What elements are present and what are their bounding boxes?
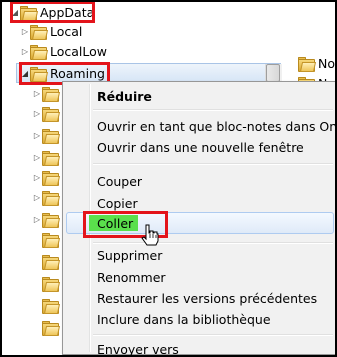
menu-item-open-new-window[interactable]: Ouvrir dans une nouvelle fenêtre xyxy=(97,140,304,155)
collapsed-arrow-icon[interactable]: ▷ xyxy=(32,86,42,100)
tree-subitem[interactable] xyxy=(32,230,62,248)
tree-subitem[interactable]: ▷ xyxy=(32,126,62,144)
collapsed-arrow-icon[interactable]: ▷ xyxy=(20,24,30,38)
collapsed-arrow-icon[interactable]: ▷ xyxy=(32,170,42,184)
file-item[interactable]: No xyxy=(298,54,335,72)
tree-subitem[interactable]: ▷ xyxy=(32,210,62,228)
collapsed-arrow-icon[interactable]: ▷ xyxy=(32,128,42,142)
menu-item-supprimer[interactable]: Supprimer xyxy=(97,248,162,263)
menu-item-inclure[interactable]: Inclure dans la bibliothèque xyxy=(97,312,271,327)
tree-item-local[interactable]: ▷ Local xyxy=(20,22,82,40)
menu-item-reduire[interactable]: Réduire xyxy=(97,89,152,104)
menu-item-copier[interactable]: Copier xyxy=(97,196,138,211)
appdata-annotation-box xyxy=(10,2,95,23)
folder-icon xyxy=(42,190,61,206)
tree-subitem[interactable] xyxy=(32,296,62,314)
explorer-window: ◢ AppData ▷ Local ▷ LocalLow ◢ Roaming ▷… xyxy=(0,0,337,357)
collapsed-arrow-icon[interactable]: ▷ xyxy=(32,190,42,204)
folder-icon xyxy=(42,232,61,248)
context-menu: Réduire Ouvrir en tant que bloc-notes da… xyxy=(62,81,335,355)
collapsed-arrow-icon[interactable] xyxy=(32,232,42,246)
folder-icon xyxy=(30,24,49,40)
collapsed-arrow-icon[interactable]: ▷ xyxy=(20,44,30,58)
tree-subitem[interactable]: ▷ xyxy=(32,148,62,166)
folder-icon xyxy=(42,170,61,186)
collapsed-arrow-icon[interactable] xyxy=(32,276,42,290)
menu-item-renommer[interactable]: Renommer xyxy=(97,270,166,285)
tree-subitem[interactable] xyxy=(32,318,62,336)
folder-icon xyxy=(42,86,61,102)
tree-item-locallow[interactable]: ▷ LocalLow xyxy=(20,42,107,60)
tree-subitem[interactable] xyxy=(32,252,62,270)
folder-icon xyxy=(42,254,61,270)
collapsed-arrow-icon[interactable] xyxy=(32,298,42,312)
collapsed-arrow-icon[interactable] xyxy=(32,320,42,334)
folder-icon xyxy=(42,320,61,336)
tree-subitem[interactable] xyxy=(32,274,62,292)
menu-item-restaurer[interactable]: Restaurer les versions précédentes xyxy=(97,291,317,306)
folder-icon xyxy=(42,106,61,122)
collapsed-arrow-icon[interactable] xyxy=(32,254,42,268)
folder-icon xyxy=(30,44,49,60)
folder-icon xyxy=(298,56,317,72)
file-item-label: No xyxy=(318,55,335,71)
menu-item-couper[interactable]: Couper xyxy=(97,174,142,189)
menu-separator xyxy=(93,242,333,244)
collapsed-arrow-icon[interactable]: ▷ xyxy=(32,106,42,120)
hand-cursor-icon xyxy=(141,224,159,246)
tree-item-label: LocalLow xyxy=(50,43,108,59)
menu-item-open-onenote[interactable]: Ouvrir en tant que bloc-notes dans OneNo… xyxy=(97,119,335,134)
tree-subitem[interactable]: ▷ xyxy=(32,84,62,102)
tree-subitem[interactable]: ▷ xyxy=(32,168,62,186)
menu-item-envoyer[interactable]: Envoyer vers xyxy=(97,342,179,355)
collapsed-arrow-icon[interactable]: ▷ xyxy=(32,150,42,164)
folder-icon xyxy=(42,212,61,228)
folder-icon xyxy=(42,298,61,314)
folder-icon xyxy=(42,128,61,144)
menu-separator xyxy=(93,334,333,336)
tree-subitem[interactable]: ▷ xyxy=(32,188,62,206)
folder-icon xyxy=(42,276,61,292)
scroll-thumb[interactable] xyxy=(266,64,280,82)
tree-subitem[interactable]: ▷ xyxy=(32,104,62,122)
collapsed-arrow-icon[interactable]: ▷ xyxy=(32,212,42,226)
tree-item-label: Local xyxy=(50,23,83,39)
menu-separator xyxy=(93,163,333,165)
menu-separator xyxy=(93,109,333,111)
folder-icon xyxy=(42,150,61,166)
